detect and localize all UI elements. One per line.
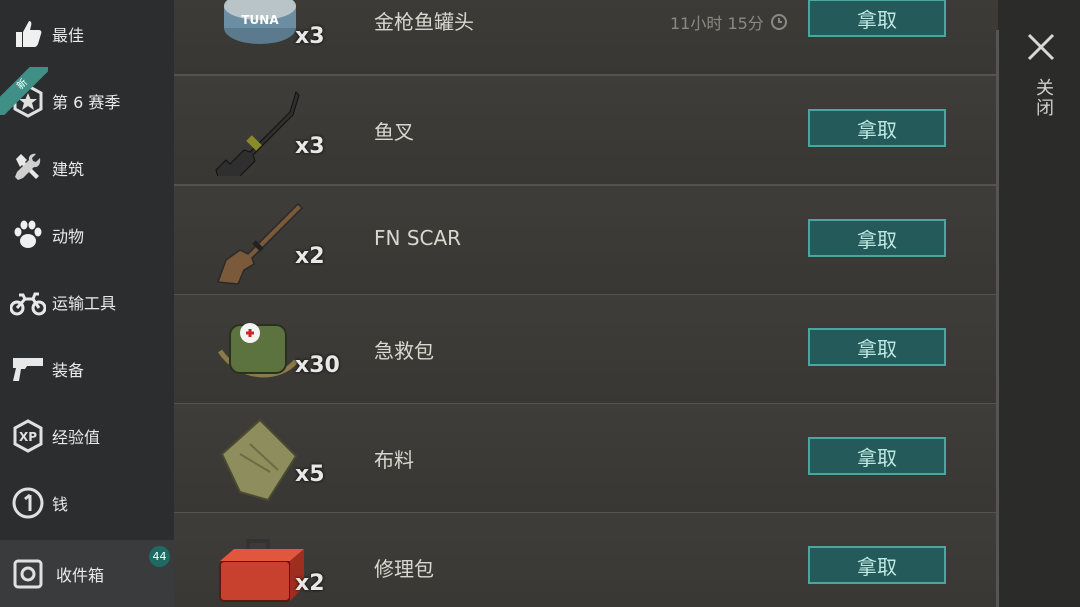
sidebar-item-label: 装备 <box>52 360 85 380</box>
sidebar: 最佳 第 6 赛季 新 建筑 动物 运输工具 装备 XP 经验值 钱 收件箱 4… <box>0 0 174 607</box>
list-item: x3 鱼叉 拿取 <box>174 76 998 188</box>
scrollbar[interactable] <box>996 30 999 607</box>
svg-text:XP: XP <box>19 430 37 444</box>
list-item: TUNA x3 金枪鱼罐头 11小时 15分 拿取 <box>174 0 998 76</box>
close-icon[interactable] <box>1024 30 1058 64</box>
pistol-icon <box>10 351 46 387</box>
safe-icon <box>10 556 46 592</box>
list-item: x2 FN SCAR 拿取 <box>174 186 998 296</box>
item-name: 布料 <box>374 448 414 472</box>
sidebar-item-label: 收件箱 <box>56 565 105 585</box>
item-name: 鱼叉 <box>374 120 414 144</box>
item-name: 急救包 <box>374 339 434 363</box>
item-quantity: x3 <box>295 24 325 49</box>
list-item: x30 急救包 拿取 <box>174 295 998 405</box>
item-name: FN SCAR <box>374 226 462 250</box>
harpoon-gun-icon <box>210 86 310 188</box>
close-label[interactable]: 关闭 <box>1030 78 1056 118</box>
sidebar-item-label: 动物 <box>52 226 85 246</box>
first-aid-bag-icon <box>210 305 310 395</box>
sidebar-item-season[interactable]: 第 6 赛季 <box>0 67 174 134</box>
motorcycle-icon <box>10 284 46 320</box>
sidebar-item-label: 钱 <box>52 494 69 514</box>
sidebar-item-label: 最佳 <box>52 25 85 45</box>
take-button[interactable]: 拿取 <box>808 0 946 37</box>
sidebar-item-money[interactable]: 钱 <box>0 469 174 536</box>
sidebar-item-inbox[interactable]: 收件箱 <box>0 540 174 607</box>
svg-text:TUNA: TUNA <box>241 13 279 27</box>
item-quantity: x30 <box>295 353 340 378</box>
expiry-timer: 11小时 15分 <box>670 10 788 34</box>
item-quantity: x5 <box>295 462 325 487</box>
sidebar-item-animals[interactable]: 动物 <box>0 201 174 268</box>
sidebar-item-label: 第 6 赛季 <box>52 92 121 112</box>
list-item: x2 修理包 拿取 <box>174 513 998 607</box>
sidebar-item-label: 建筑 <box>52 159 85 179</box>
paw-icon <box>10 217 46 253</box>
list-item: x5 布料 拿取 <box>174 404 998 514</box>
item-name: 修理包 <box>374 557 434 581</box>
item-quantity: x2 <box>295 571 325 596</box>
sidebar-item-best[interactable]: 最佳 <box>0 0 174 67</box>
sidebar-item-label: 运输工具 <box>52 293 117 313</box>
season-star-icon <box>10 83 46 119</box>
sidebar-item-xp[interactable]: XP 经验值 <box>0 402 174 469</box>
take-button[interactable]: 拿取 <box>808 109 946 147</box>
take-button[interactable]: 拿取 <box>808 219 946 257</box>
take-button[interactable]: 拿取 <box>808 546 946 584</box>
sidebar-item-equipment[interactable]: 装备 <box>0 335 174 402</box>
thumbs-up-icon <box>10 16 46 52</box>
coin-icon <box>10 485 46 521</box>
take-button[interactable]: 拿取 <box>808 437 946 475</box>
timer-text: 11小时 15分 <box>670 14 764 33</box>
rifle-icon <box>210 196 310 286</box>
sidebar-item-label: 经验值 <box>52 427 101 447</box>
sidebar-item-building[interactable]: 建筑 <box>0 134 174 201</box>
inbox-item-list[interactable]: TUNA x3 金枪鱼罐头 11小时 15分 拿取 x3 鱼叉 拿取 x2 FN… <box>174 0 998 607</box>
cloth-icon <box>210 414 310 504</box>
sidebar-item-vehicles[interactable]: 运输工具 <box>0 268 174 335</box>
xp-icon: XP <box>10 418 46 454</box>
item-name: 金枪鱼罐头 <box>374 10 474 34</box>
take-button[interactable]: 拿取 <box>808 328 946 366</box>
item-quantity: x2 <box>295 244 325 269</box>
item-quantity: x3 <box>295 134 325 159</box>
clock-icon <box>770 14 787 30</box>
inbox-count-badge: 44 <box>149 546 170 567</box>
tools-icon <box>10 150 46 186</box>
